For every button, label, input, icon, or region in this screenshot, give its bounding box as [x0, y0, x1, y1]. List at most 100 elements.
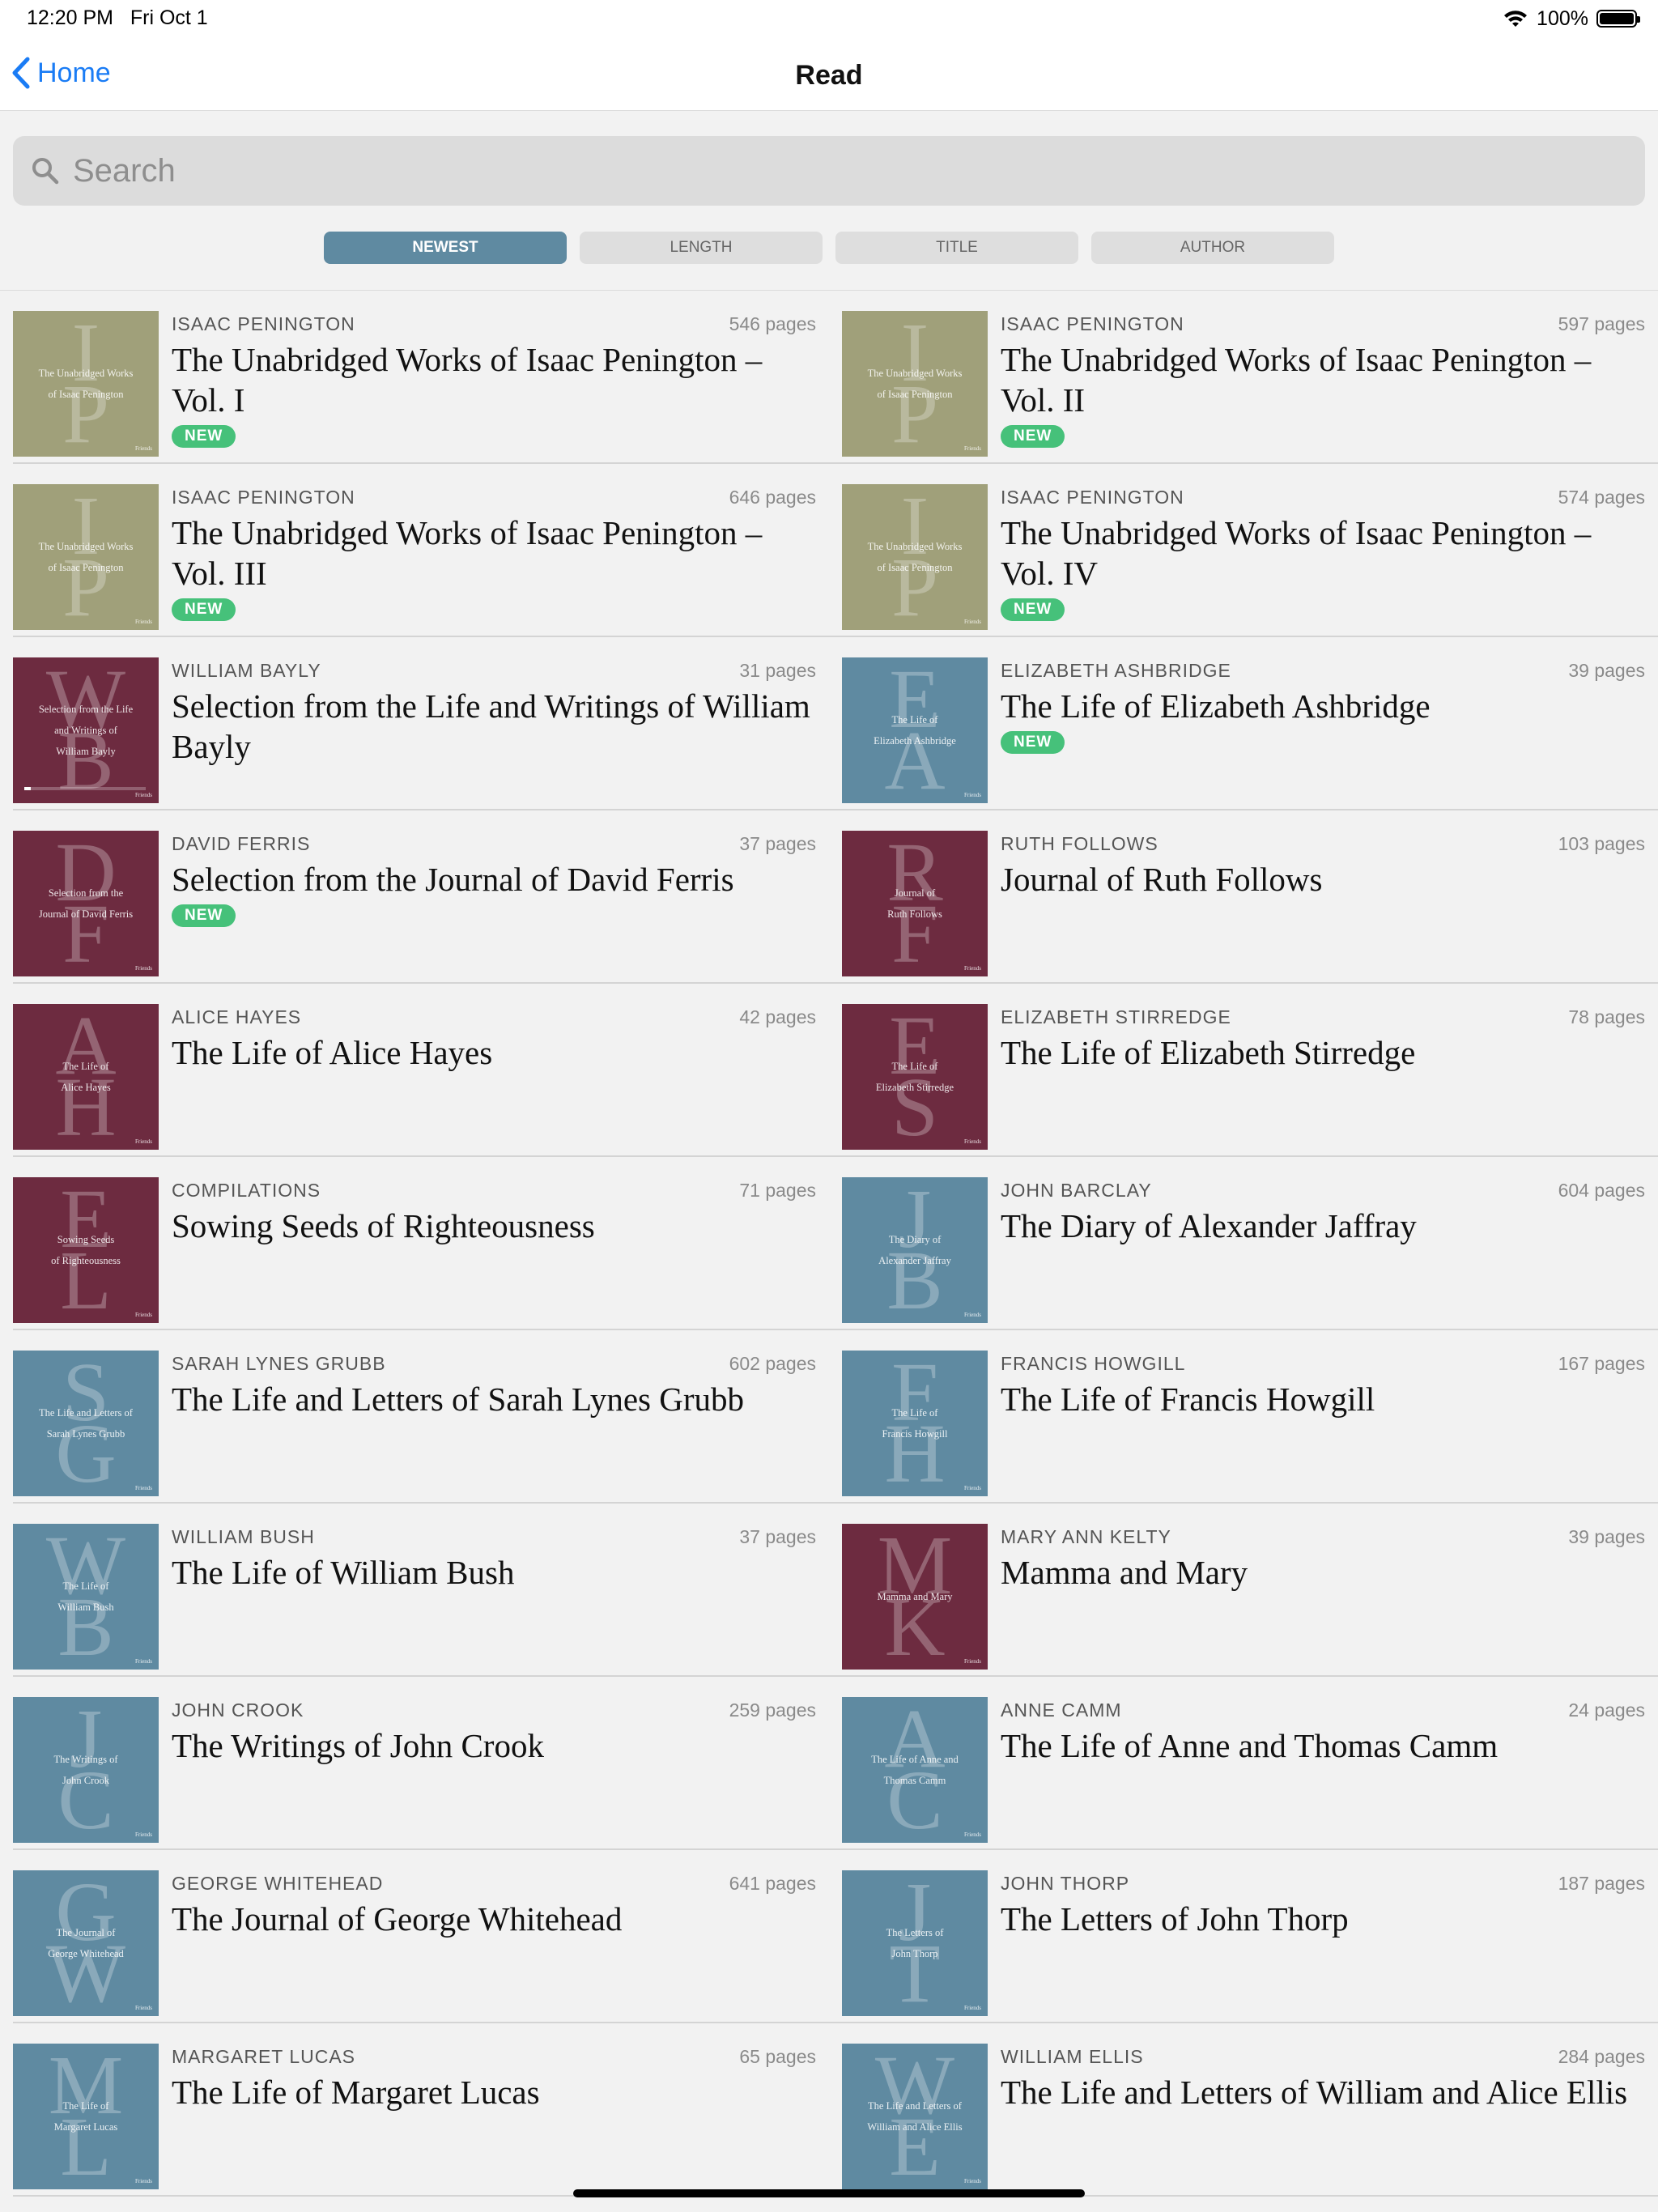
book-pages: 37 pages — [739, 833, 816, 854]
book-cover: J T The Letters of John Thorp Friends — [842, 1870, 988, 2016]
cover-publisher: Friends — [964, 445, 981, 452]
book-cover: W B Selection from the Life and Writings … — [13, 657, 159, 803]
cover-publisher: Friends — [964, 2178, 981, 2184]
book-item[interactable]: I P The Unabridged Works of Isaac Peningt… — [0, 291, 816, 464]
book-title: The Life of Anne and Thomas Camm — [1001, 1727, 1499, 1764]
cover-title: The Letters of John Thorp — [850, 1922, 980, 1964]
book-cover: A C The Life of Anne and Thomas Camm Frie… — [842, 1697, 988, 1843]
book-item[interactable]: S G The Life and Letters of Sarah Lynes G… — [0, 1330, 816, 1504]
book-cover: S G The Life and Letters of Sarah Lynes G… — [13, 1351, 159, 1496]
new-badge: NEW — [1001, 425, 1065, 448]
book-item[interactable]: M L The Life of Margaret Lucas Friends MA… — [0, 2023, 816, 2197]
cover-title: Sowing Seeds of Righteousness — [21, 1229, 151, 1271]
cover-title-line: Margaret Lucas — [53, 2121, 118, 2133]
cover-title-line: Elizabeth Ashbridge — [874, 735, 956, 747]
cover-title: Mamma and Mary — [850, 1586, 980, 1607]
book-item[interactable]: W E The Life and Letters of William and A… — [829, 2023, 1645, 2197]
book-author: GEORGE WHITEHEAD — [172, 1873, 384, 1894]
book-pages: 65 pages — [739, 2046, 816, 2067]
cover-title: The Life and Letters of Sarah Lynes Grubb — [21, 1402, 151, 1444]
row-divider — [13, 1675, 1658, 1677]
reading-progress-fill — [24, 787, 31, 790]
cover-publisher: Friends — [135, 2178, 152, 2184]
book-title: The Life of Elizabeth Stirredge — [1001, 1034, 1416, 1071]
book-cover: J C The Writings of John Crook Friends — [13, 1697, 159, 1843]
book-item[interactable]: D F Selection from the Journal of David F… — [0, 810, 816, 984]
cover-publisher: Friends — [135, 965, 152, 972]
book-pages: 39 pages — [1568, 660, 1645, 681]
book-pages: 641 pages — [729, 1873, 816, 1894]
row-divider — [13, 636, 1658, 637]
cover-title-line: Alice Hayes — [61, 1082, 111, 1093]
book-item[interactable]: J B The Diary of Alexander Jaffray Friend… — [829, 1157, 1645, 1330]
cover-title-line: Thomas Camm — [883, 1775, 946, 1786]
book-cover: I P The Unabridged Works of Isaac Peningt… — [842, 484, 988, 630]
book-cover: I P The Unabridged Works of Isaac Peningt… — [13, 484, 159, 630]
book-pages: 78 pages — [1568, 1006, 1645, 1027]
cover-title: The Unabridged Works of Isaac Penington — [850, 536, 980, 578]
book-cover: I P The Unabridged Works of Isaac Peningt… — [842, 311, 988, 457]
new-badge: NEW — [1001, 731, 1065, 754]
cover-title-line: The Journal of — [56, 1927, 116, 1938]
book-title: The Journal of George Whitehead — [172, 1900, 623, 1938]
book-title: The Life and Letters of William and Alic… — [1001, 2074, 1628, 2111]
book-author: ALICE HAYES — [172, 1006, 302, 1027]
cover-title: The Life of Elizabeth Ashbridge — [850, 709, 980, 751]
book-item[interactable]: E L Sowing Seeds of Righteousness Friends… — [0, 1157, 816, 1330]
book-item[interactable]: I P The Unabridged Works of Isaac Peningt… — [829, 464, 1645, 637]
book-item[interactable]: I P The Unabridged Works of Isaac Peningt… — [0, 464, 816, 637]
wifi-icon — [1504, 11, 1528, 27]
cover-publisher: Friends — [135, 445, 152, 452]
new-badge: NEW — [1001, 598, 1065, 621]
book-cover: D F Selection from the Journal of David F… — [13, 831, 159, 976]
home-indicator — [573, 2189, 1085, 2197]
book-author: JOHN THORP — [1001, 1873, 1130, 1894]
book-item[interactable]: I P The Unabridged Works of Isaac Peningt… — [829, 291, 1645, 464]
sort-tab-author[interactable]: AUTHOR — [1091, 232, 1334, 264]
book-item[interactable]: J T The Letters of John Thorp Friends JOH… — [829, 1850, 1645, 2023]
book-item[interactable]: F H The Life of Francis Howgill Friends F… — [829, 1330, 1645, 1504]
book-author: MARGARET LUCAS — [172, 2046, 356, 2067]
book-cover: J B The Diary of Alexander Jaffray Friend… — [842, 1177, 988, 1323]
search-icon — [32, 158, 59, 185]
book-title: Sowing Seeds of Righteousness — [172, 1207, 595, 1244]
search-input[interactable] — [71, 151, 1613, 190]
sort-tab-newest[interactable]: NEWEST — [324, 232, 567, 264]
sort-tab-title[interactable]: TITLE — [835, 232, 1078, 264]
book-pages: 187 pages — [1558, 1873, 1645, 1894]
cover-title-line: William Bush — [57, 1602, 114, 1613]
book-pages: 39 pages — [1568, 1526, 1645, 1547]
book-cover: M L The Life of Margaret Lucas Friends — [13, 2044, 159, 2189]
book-item[interactable]: G W The Journal of George Whitehead Frien… — [0, 1850, 816, 2023]
book-item[interactable]: M K Mamma and Mary Friends MARY ANN KELT… — [829, 1504, 1645, 1677]
book-item[interactable]: W B Selection from the Life and Writings … — [0, 637, 816, 810]
cover-publisher: Friends — [135, 619, 152, 625]
book-author: FRANCIS HOWGILL — [1001, 1353, 1186, 1374]
row-divider — [13, 809, 1658, 810]
cover-publisher: Friends — [135, 792, 152, 798]
cover-title-line: The Life of — [891, 1061, 938, 1072]
book-item[interactable]: J C The Writings of John Crook Friends JO… — [0, 1677, 816, 1850]
book-item[interactable]: A C The Life of Anne and Thomas Camm Frie… — [829, 1677, 1645, 1850]
cover-title: Journal of Ruth Follows — [850, 883, 980, 925]
book-item[interactable]: W B The Life of William Bush Friends WILL… — [0, 1504, 816, 1677]
book-item[interactable]: R F Journal of Ruth Follows Friends RUTH … — [829, 810, 1645, 984]
cover-title-line: The Unabridged Works — [867, 368, 963, 379]
book-cover: R F Journal of Ruth Follows Friends — [842, 831, 988, 976]
book-item[interactable]: E A The Life of Elizabeth Ashbridge Frien… — [829, 637, 1645, 810]
book-pages: 604 pages — [1558, 1180, 1645, 1201]
sort-tab-length[interactable]: LENGTH — [580, 232, 823, 264]
cover-title-line: The Unabridged Works — [867, 541, 963, 552]
cover-title-line: of Isaac Penington — [877, 389, 953, 400]
row-divider — [13, 1502, 1658, 1504]
book-author: ELIZABETH STIRREDGE — [1001, 1006, 1231, 1027]
book-author: WILLIAM ELLIS — [1001, 2046, 1144, 2067]
book-title: Selection from the Life and Writings of … — [172, 687, 810, 765]
book-title: The Life of Alice Hayes — [172, 1034, 493, 1071]
cover-title-line: The Life and Letters of — [39, 1407, 133, 1419]
book-item[interactable]: E S The Life of Elizabeth Stirredge Frien… — [829, 984, 1645, 1157]
book-item[interactable]: A H The Life of Alice Hayes Friends ALICE… — [0, 984, 816, 1157]
cover-title-line: The Life of — [62, 1061, 109, 1072]
cover-publisher: Friends — [135, 1831, 152, 1838]
search-bar[interactable] — [13, 136, 1645, 206]
